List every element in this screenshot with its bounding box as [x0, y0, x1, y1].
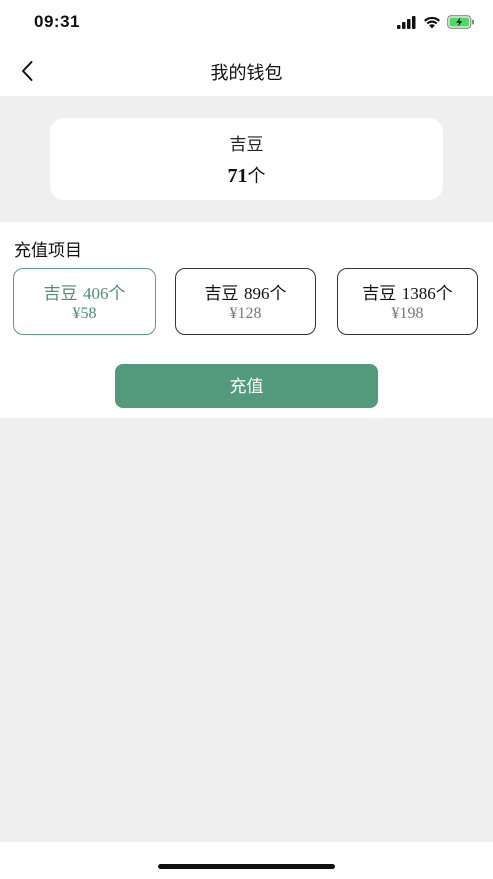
- package-option-1386[interactable]: 吉豆 1386个 ¥198: [337, 268, 478, 335]
- package-unit: 个: [435, 284, 453, 304]
- battery-charging-icon: [447, 14, 475, 33]
- balance-section: 吉豆 71个: [0, 96, 493, 222]
- status-icons: [397, 14, 475, 33]
- package-price: ¥198: [391, 305, 424, 322]
- package-price: ¥128: [229, 305, 262, 322]
- balance-amount: 71: [227, 165, 248, 187]
- balance-card: 吉豆 71个: [50, 118, 443, 200]
- package-option-406[interactable]: 吉豆 406个 ¥58: [13, 268, 156, 335]
- package-label: 吉豆: [43, 284, 78, 304]
- package-amount: 1386: [401, 284, 436, 303]
- balance-value: 71个: [50, 162, 443, 188]
- package-name: 吉豆 406个: [14, 279, 155, 304]
- signal-icon: [397, 14, 417, 33]
- page-title: 我的钱包: [210, 63, 283, 84]
- package-unit: 个: [269, 284, 287, 304]
- package-price: ¥58: [72, 305, 97, 322]
- package-name: 吉豆 896个: [176, 279, 315, 304]
- recharge-title: 充值项目: [14, 241, 82, 261]
- status-bar: 09:31: [0, 0, 493, 48]
- recharge-section: 充值项目 吉豆 406个 ¥58 吉豆 896个 ¥128 吉豆 1386个 ¥…: [0, 222, 493, 418]
- recharge-button[interactable]: 充值: [115, 364, 378, 408]
- status-time: 09:31: [34, 12, 80, 31]
- package-amount: 406: [82, 284, 109, 303]
- package-label: 吉豆: [362, 284, 397, 304]
- package-label: 吉豆: [204, 284, 239, 304]
- package-name: 吉豆 1386个: [338, 279, 477, 304]
- balance-unit: 个: [247, 166, 266, 187]
- package-option-896[interactable]: 吉豆 896个 ¥128: [175, 268, 316, 335]
- nav-bar: 我的钱包: [0, 48, 493, 96]
- package-unit: 个: [108, 284, 126, 304]
- package-list: 吉豆 406个 ¥58 吉豆 896个 ¥128 吉豆 1386个 ¥198: [13, 268, 480, 338]
- balance-label: 吉豆: [229, 135, 264, 155]
- wifi-icon: [423, 14, 441, 33]
- home-indicator[interactable]: [158, 864, 335, 869]
- bottom-bar: [0, 842, 493, 879]
- package-amount: 896: [243, 284, 270, 303]
